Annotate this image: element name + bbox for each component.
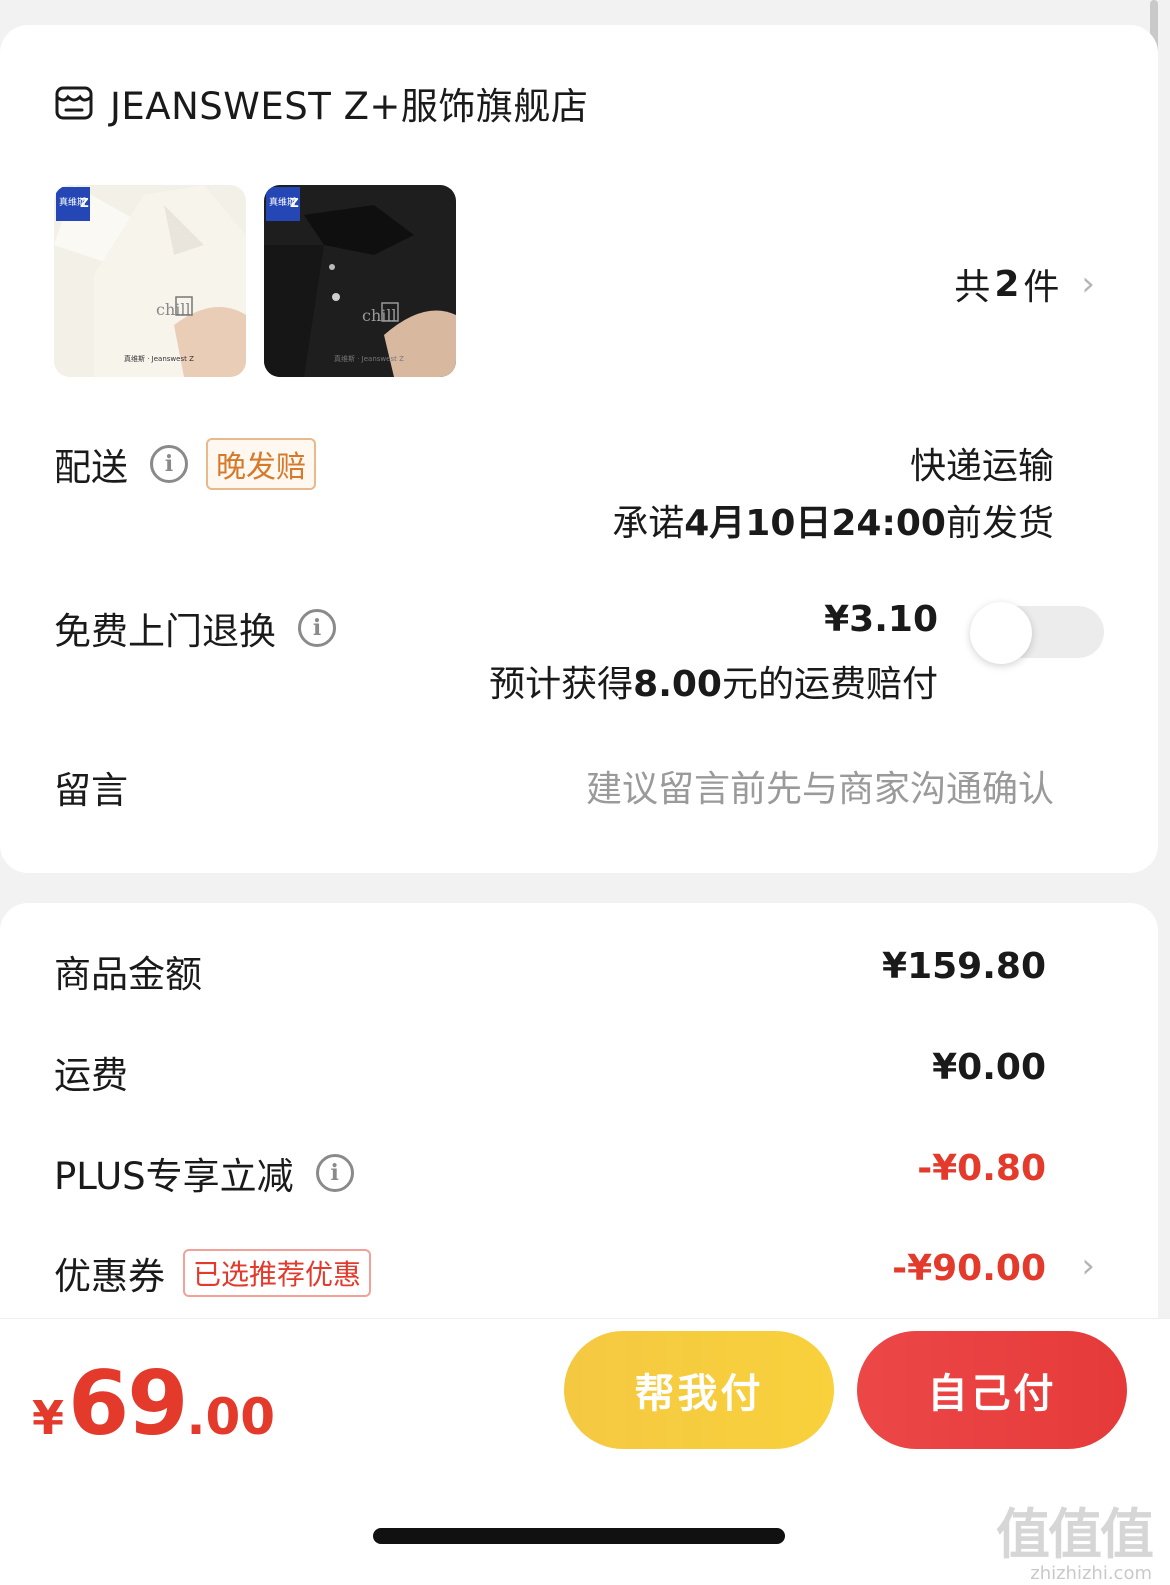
delivery-promise: 承诺4月10日24:00前发货: [612, 494, 1054, 546]
coupon-label: 优惠券: [54, 1255, 165, 1298]
svg-text:Z: Z: [290, 196, 299, 210]
late-delivery-tag: 晚发赔: [206, 438, 316, 490]
return-compensation: 预计获得8.00元的运费赔付: [489, 655, 938, 707]
compensation-prefix: 预计获得: [489, 664, 634, 705]
help-pay-button[interactable]: 帮我付: [564, 1331, 834, 1449]
watermark-main: 值值值: [996, 1503, 1154, 1566]
free-return-toggle[interactable]: [970, 602, 1104, 664]
message-label: 留言: [54, 769, 128, 812]
shipping-value: ¥0.00: [932, 1047, 1046, 1088]
plus-discount-row: PLUS专享立减 i: [54, 1146, 354, 1200]
total-currency: ¥: [32, 1391, 65, 1445]
info-icon[interactable]: i: [315, 1154, 354, 1192]
return-price: ¥3.10: [824, 599, 938, 640]
coupon-recommended-tag: 已选推荐优惠: [183, 1249, 372, 1297]
item-count-number: 2: [994, 263, 1020, 305]
store-icon: [55, 86, 93, 120]
goods-amount-value: ¥159.80: [882, 946, 1046, 987]
store-name: JEANSWEST Z+服饰旗舰店: [110, 85, 589, 128]
promise-date: 4月10日24:00: [684, 503, 946, 544]
delivery-row: 配送 i 晚发赔: [54, 437, 316, 491]
checkout-page: JEANSWEST Z+服饰旗舰店 chill 真维斯 Z 真维斯 · Jean…: [0, 0, 1170, 1585]
total-decimal: .00: [186, 1388, 276, 1446]
svg-text:chill: chill: [156, 300, 191, 319]
coupon-row[interactable]: 优惠券 已选推荐优惠: [54, 1246, 372, 1300]
svg-text:Z: Z: [80, 196, 89, 210]
coupon-value[interactable]: -¥90.00: [892, 1248, 1046, 1289]
home-indicator-area: [0, 1468, 1170, 1585]
svg-text:chill: chill: [362, 306, 397, 325]
total-price: ¥ 69 .00: [32, 1352, 275, 1455]
self-pay-button[interactable]: 自己付: [857, 1331, 1127, 1449]
delivery-method: 快递运输: [909, 446, 1054, 487]
svg-text:真维斯 · Jeanswest Z: 真维斯 · Jeanswest Z: [334, 354, 404, 363]
chevron-right-icon: ›: [1081, 264, 1095, 304]
info-icon[interactable]: i: [150, 445, 188, 483]
message-input[interactable]: 建议留言前先与商家沟通确认: [586, 760, 1054, 812]
free-return-row: 免费上门退换 i: [54, 601, 336, 655]
svg-text:真维斯 · Jeanswest Z: 真维斯 · Jeanswest Z: [124, 354, 194, 363]
chevron-right-icon[interactable]: ›: [1081, 1246, 1095, 1286]
item-count-suffix: 件: [1023, 267, 1060, 308]
toggle-knob: [970, 602, 1032, 664]
goods-amount-label: 商品金额: [54, 953, 202, 996]
product-thumbnail-white[interactable]: chill 真维斯 Z 真维斯 · Jeanswest Z: [54, 185, 246, 377]
home-indicator[interactable]: [373, 1528, 785, 1544]
shipping-label: 运费: [54, 1054, 128, 1097]
compensation-suffix: 元的运费赔付: [721, 664, 938, 705]
product-thumbnail-black[interactable]: chill 真维斯 Z 真维斯 · Jeanswest Z: [264, 185, 456, 377]
free-return-label: 免费上门退换: [54, 610, 276, 653]
plus-discount-value: -¥0.80: [917, 1148, 1046, 1189]
store-header[interactable]: JEANSWEST Z+服饰旗舰店: [54, 78, 588, 128]
compensation-amount: 8.00: [633, 664, 722, 705]
delivery-label: 配送: [54, 446, 128, 489]
promise-suffix: 前发货: [945, 503, 1054, 544]
watermark: 值值值 zhizhizhi.com: [996, 1490, 1154, 1584]
info-icon[interactable]: i: [298, 609, 336, 647]
promise-prefix: 承诺: [612, 503, 685, 544]
product-thumbnails[interactable]: chill 真维斯 Z 真维斯 · Jeanswest Z chill 真维斯: [54, 185, 456, 377]
item-count[interactable]: 共 2 件 ›: [954, 258, 1095, 310]
total-integer: 69: [68, 1352, 188, 1455]
item-count-prefix: 共: [954, 267, 991, 308]
plus-discount-label: PLUS专享立减: [54, 1155, 294, 1198]
